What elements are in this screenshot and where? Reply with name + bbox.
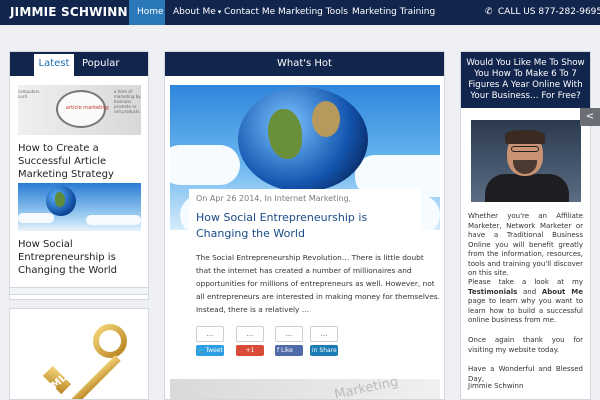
nav-home[interactable]: Home xyxy=(129,0,165,25)
intro-paragraph: Whether you're an Affiliate Marketer, Ne… xyxy=(468,212,583,277)
about-me-link[interactable]: About Me xyxy=(542,288,583,296)
plusone-share[interactable]: ... +1 xyxy=(236,326,264,356)
whats-hot-section: What's Hot On Apr 26 2014, In Internet M… xyxy=(164,51,445,400)
testimonials-paragraph: Please take a look at my Testimonials an… xyxy=(468,278,583,326)
left-posts-widget: Latest Popular computers such a form of … xyxy=(9,51,149,300)
post-link-article-marketing[interactable]: How to Create a Successful Article Marke… xyxy=(18,142,144,181)
top-navigation-bar: JIMMIE SCHWINN Home About Me ▾ Contact Me… xyxy=(0,0,600,25)
share-count: ... xyxy=(236,326,264,342)
main-nav: Home About Me ▾ Contact Me Marketing Tool… xyxy=(129,0,435,25)
phone-icon: ✆ xyxy=(485,7,493,17)
site-brand[interactable]: JIMMIE SCHWINN xyxy=(10,5,128,19)
photo-body xyxy=(485,174,569,202)
share-count: ... xyxy=(196,326,224,342)
thank-you-text: Once again thank you for visiting my web… xyxy=(468,336,583,354)
paper-text-right: a form of marketing by business promote … xyxy=(114,89,141,114)
globe-thumbnail[interactable] xyxy=(18,183,141,231)
tab-popular[interactable]: Popular xyxy=(82,54,120,74)
mlm-key-widget: MLM xyxy=(9,308,149,400)
share-label: Share xyxy=(319,347,337,354)
signature-name: Jimmie Schwinn xyxy=(468,382,524,390)
share-label: Tweet xyxy=(205,347,223,354)
nav-about-me[interactable]: About Me ▾ xyxy=(165,0,221,25)
share-icon[interactable]: < xyxy=(580,108,600,126)
linkedin-button[interactable]: in Share xyxy=(310,345,338,356)
phone-label: CALL US 877-282-9695 xyxy=(497,7,600,17)
testimonials-link[interactable]: Testimonials xyxy=(468,288,517,296)
paper-text-left: computers such xyxy=(18,89,40,99)
like-share[interactable]: ... f Like xyxy=(275,326,303,356)
cloud xyxy=(18,213,54,223)
linkedin-share[interactable]: ... in Share xyxy=(310,326,338,356)
post-meta: On Apr 26 2014, In Internet Marketing, xyxy=(196,194,352,203)
paragraph-text: and xyxy=(522,287,537,296)
golden-key-image[interactable]: MLM xyxy=(34,321,130,400)
author-photo xyxy=(471,120,581,202)
tweet-button[interactable]: 🐦Tweet xyxy=(196,345,224,356)
paragraph-text: Please take a look at my xyxy=(468,278,583,286)
globe-land xyxy=(55,192,65,207)
article-marketing-thumbnail[interactable]: computers such a form of marketing by bu… xyxy=(18,85,141,135)
share-count: ... xyxy=(310,326,338,342)
next-post-image[interactable]: Marketing xyxy=(170,379,440,400)
tweet-share[interactable]: ... 🐦Tweet xyxy=(196,326,224,356)
nav-marketing-training[interactable]: Marketing Training xyxy=(344,0,435,25)
phone-contact[interactable]: ✆ CALL US 877-282-9695 xyxy=(485,7,600,17)
globe-image xyxy=(46,186,76,216)
next-image-text: Marketing xyxy=(333,379,400,400)
post-link-social-entrepreneurship[interactable]: How Social Entrepreneurship is Changing … xyxy=(18,238,144,277)
plusone-button[interactable]: +1 xyxy=(236,345,264,356)
cloud xyxy=(170,145,240,185)
widget-divider xyxy=(10,287,148,295)
earth-globe xyxy=(238,87,368,192)
share-label: Like xyxy=(281,347,293,354)
like-button[interactable]: f Like xyxy=(275,345,303,356)
section-title: What's Hot xyxy=(165,52,444,76)
about-sidebar: Would You Like Me To Show You How To Mak… xyxy=(460,51,591,400)
photo-hair xyxy=(505,130,545,144)
posts-tabs: Latest Popular xyxy=(10,52,148,76)
paragraph-text: page to learn why you want to learn how … xyxy=(468,297,583,324)
nav-about-label: About Me xyxy=(173,7,216,17)
globe-land xyxy=(312,101,340,137)
globe-land xyxy=(268,109,302,159)
photo-glasses xyxy=(511,146,539,152)
magnifier-text: article marketing xyxy=(66,105,109,111)
cloud xyxy=(86,215,141,225)
nav-marketing-tools[interactable]: Marketing Tools xyxy=(270,0,348,25)
sidebar-headline: Would You Like Me To Show You How To Mak… xyxy=(461,52,590,108)
nav-contact-me[interactable]: Contact Me xyxy=(216,0,275,25)
post-excerpt: The Social Entrepreneurship Revolution… … xyxy=(196,253,441,314)
featured-post-title[interactable]: How Social Entrepreneurship is Changing … xyxy=(196,210,406,242)
tab-latest[interactable]: Latest xyxy=(34,54,74,76)
share-count: ... xyxy=(275,326,303,342)
